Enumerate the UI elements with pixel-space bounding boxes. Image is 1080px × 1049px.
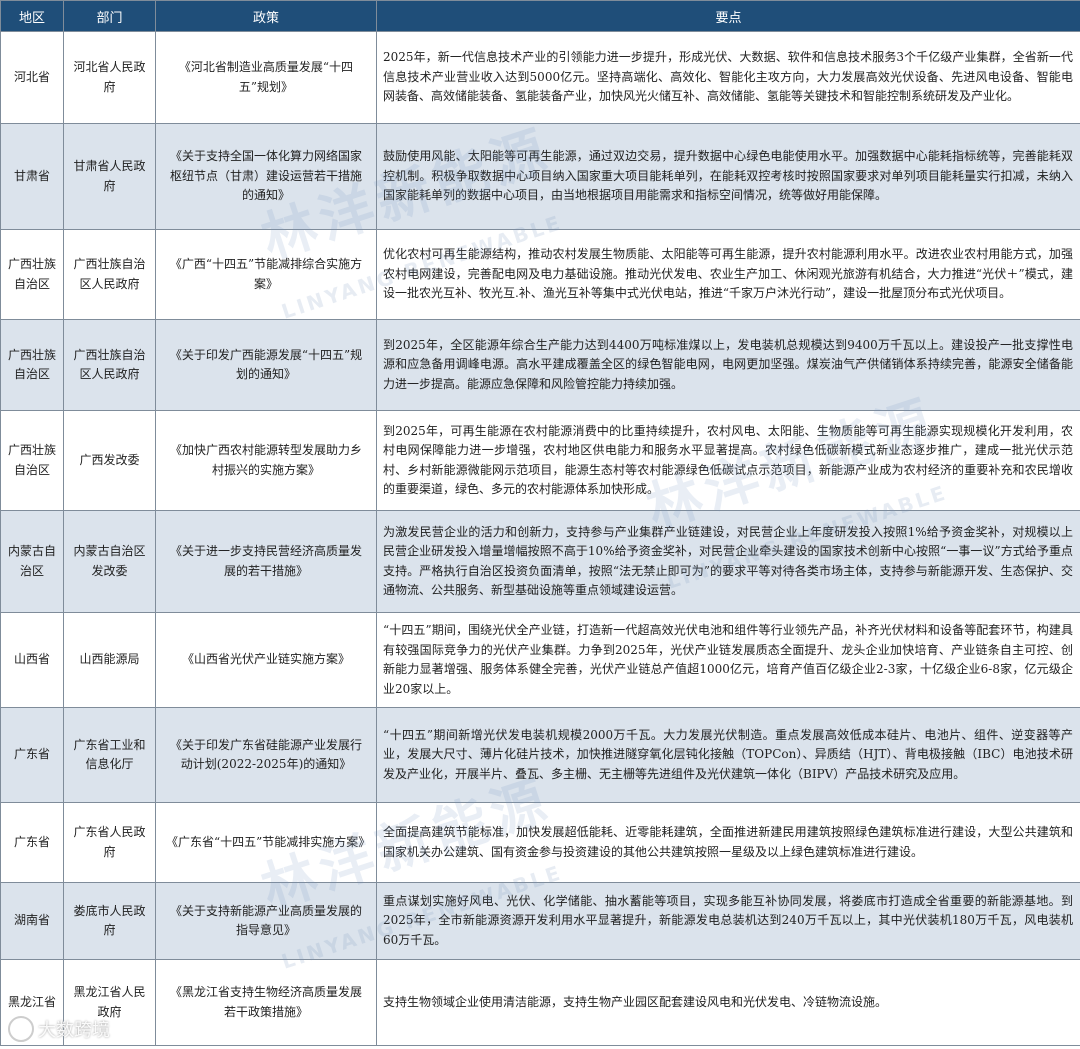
policy-cell: 《关于印发广西能源发展“十四五”规划的通知》 <box>155 319 377 411</box>
brand-logo-icon <box>8 1016 34 1042</box>
department-cell: 甘肃省人民政府 <box>63 123 156 230</box>
table-row: 山西省 山西能源局 《山西省光伏产业链实施方案》 “十四五”期间，围绕光伏全产业… <box>0 612 1080 708</box>
department-cell: 山西能源局 <box>63 612 156 708</box>
points-cell: 鼓励使用风能、太阳能等可再生能源，通过双边交易，提升数据中心绿色电能使用水平。加… <box>376 123 1080 230</box>
department-cell: 内蒙古自治区发改委 <box>63 510 156 613</box>
department-cell: 广东省人民政府 <box>63 802 156 883</box>
policy-cell: 《加快广西农村能源转型发展助力乡村振兴的实施方案》 <box>155 410 377 511</box>
points-cell: 支持生物领域企业使用清洁能源，支持生物产业园区配套建设风电和光伏发电、冷链物流设… <box>376 959 1080 1046</box>
table-row: 广西壮族自治区 广西壮族自治区人民政府 《关于印发广西能源发展“十四五”规划的通… <box>0 319 1080 411</box>
table-row: 河北省 河北省人民政府 《河北省制造业高质量发展“十四五”规划》 2025年，新… <box>0 31 1080 124</box>
policy-cell: 《黑龙江省支持生物经济高质量发展若干政策措施》 <box>155 959 377 1046</box>
policy-cell: 《关于支持新能源产业高质量发展的指导意见》 <box>155 882 377 960</box>
header-policy: 政策 <box>155 0 377 32</box>
table-row: 广东省 广东省工业和信息化厅 《关于印发广东省硅能源产业发展行动计划(2022-… <box>0 707 1080 803</box>
points-cell: 优化农村可再生能源结构，推动农村发展生物质能、太阳能等可再生能源，提升农村能源利… <box>376 229 1080 320</box>
region-cell: 内蒙古自治区 <box>0 510 64 613</box>
table-row: 广西壮族自治区 广西壮族自治区人民政府 《广西“十四五”节能减排综合实施方案》 … <box>0 229 1080 320</box>
points-cell: 全面提高建筑节能标准，加快发展超低能耗、近零能耗建筑，全面推进新建民用建筑按照绿… <box>376 802 1080 883</box>
region-cell: 甘肃省 <box>0 123 64 230</box>
footer-logo-text: 大数跨境 <box>38 1020 110 1041</box>
points-cell: 2025年，新一代信息技术产业的引领能力进一步提升，形成光伏、大数据、软件和信息… <box>376 31 1080 124</box>
policy-cell: 《广东省“十四五”节能减排实施方案》 <box>155 802 377 883</box>
table-row: 广西壮族自治区 广西发改委 《加快广西农村能源转型发展助力乡村振兴的实施方案》 … <box>0 410 1080 511</box>
points-cell: “十四五”期间，围绕光伏全产业链，打造新一代超高效光伏电池和组件等行业领先产品，… <box>376 612 1080 708</box>
policy-cell: 《关于印发广东省硅能源产业发展行动计划(2022-2025年)的通知》 <box>155 707 377 803</box>
department-cell: 河北省人民政府 <box>63 31 156 124</box>
region-cell: 广东省 <box>0 707 64 803</box>
points-cell: 到2025年，可再生能源在农村能源消费中的比重持续提升，农村风电、太阳能、生物质… <box>376 410 1080 511</box>
policy-table: 地区 部门 政策 要点 河北省 河北省人民政府 《河北省制造业高质量发展“十四五… <box>0 0 1080 1046</box>
region-cell: 广西壮族自治区 <box>0 319 64 411</box>
header-department: 部门 <box>63 0 156 32</box>
department-cell: 广西壮族自治区人民政府 <box>63 229 156 320</box>
department-cell: 娄底市人民政府 <box>63 882 156 960</box>
table-row: 黑龙江省 黑龙江省人民政府 《黑龙江省支持生物经济高质量发展若干政策措施》 支持… <box>0 959 1080 1046</box>
header-region: 地区 <box>0 0 64 32</box>
region-cell: 湖南省 <box>0 882 64 960</box>
department-cell: 广东省工业和信息化厅 <box>63 707 156 803</box>
table-row: 甘肃省 甘肃省人民政府 《关于支持全国一体化算力网络国家枢纽节点（甘肃）建设运营… <box>0 123 1080 230</box>
header-points: 要点 <box>376 0 1080 32</box>
region-cell: 山西省 <box>0 612 64 708</box>
points-cell: 为激发民营企业的活力和创新力，支持参与产业集群产业链建设，对民营企业上年度研发投… <box>376 510 1080 613</box>
policy-cell: 《关于支持全国一体化算力网络国家枢纽节点（甘肃）建设运营若干措施的通知》 <box>155 123 377 230</box>
points-cell: 到2025年，全区能源年综合生产能力达到4400万吨标准煤以上，发电装机总规模达… <box>376 319 1080 411</box>
table-row: 内蒙古自治区 内蒙古自治区发改委 《关于进一步支持民营经济高质量发展的若干措施》… <box>0 510 1080 613</box>
department-cell: 广西发改委 <box>63 410 156 511</box>
department-cell: 广西壮族自治区人民政府 <box>63 319 156 411</box>
region-cell: 河北省 <box>0 31 64 124</box>
policy-cell: 《山西省光伏产业链实施方案》 <box>155 612 377 708</box>
table-row: 湖南省 娄底市人民政府 《关于支持新能源产业高质量发展的指导意见》 重点谋划实施… <box>0 882 1080 960</box>
table-row: 广东省 广东省人民政府 《广东省“十四五”节能减排实施方案》 全面提高建筑节能标… <box>0 802 1080 883</box>
points-cell: “十四五”期间新增光伏发电装机规模2000万千瓦。大力发展光伏制造。重点发展高效… <box>376 707 1080 803</box>
policy-cell: 《关于进一步支持民营经济高质量发展的若干措施》 <box>155 510 377 613</box>
header-row: 地区 部门 政策 要点 <box>0 0 1080 32</box>
region-cell: 广西壮族自治区 <box>0 410 64 511</box>
policy-cell: 《河北省制造业高质量发展“十四五”规划》 <box>155 31 377 124</box>
policy-cell: 《广西“十四五”节能减排综合实施方案》 <box>155 229 377 320</box>
points-cell: 重点谋划实施好风电、光伏、化学储能、抽水蓄能等项目，实现多能互补协同发展，将娄底… <box>376 882 1080 960</box>
footer-logo: 大数跨境 <box>8 1016 110 1042</box>
region-cell: 广西壮族自治区 <box>0 229 64 320</box>
region-cell: 广东省 <box>0 802 64 883</box>
